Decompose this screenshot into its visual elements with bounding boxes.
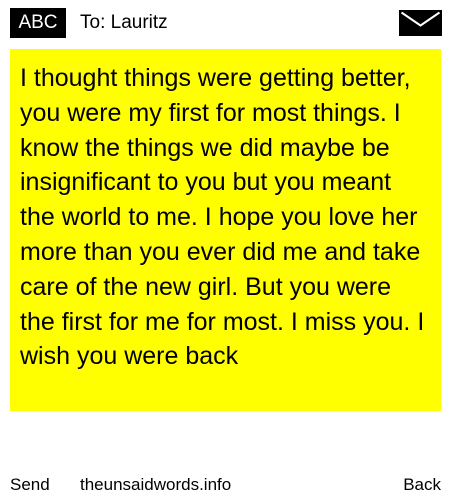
abc-badge: ABC (10, 8, 66, 38)
message-text: I thought things were getting better, yo… (20, 64, 425, 371)
site-link[interactable]: theunsaidwords.info (80, 472, 231, 498)
envelope-icon (399, 10, 442, 36)
send-link[interactable]: Send (10, 472, 50, 498)
message-header: ABC To: Lauritz (0, 0, 450, 42)
back-link[interactable]: Back (403, 472, 441, 498)
footer-bar: Send theunsaidwords.info Back (0, 472, 450, 498)
message-body: I thought things were getting better, yo… (10, 49, 441, 411)
recipient-label: To: Lauritz (80, 12, 168, 33)
